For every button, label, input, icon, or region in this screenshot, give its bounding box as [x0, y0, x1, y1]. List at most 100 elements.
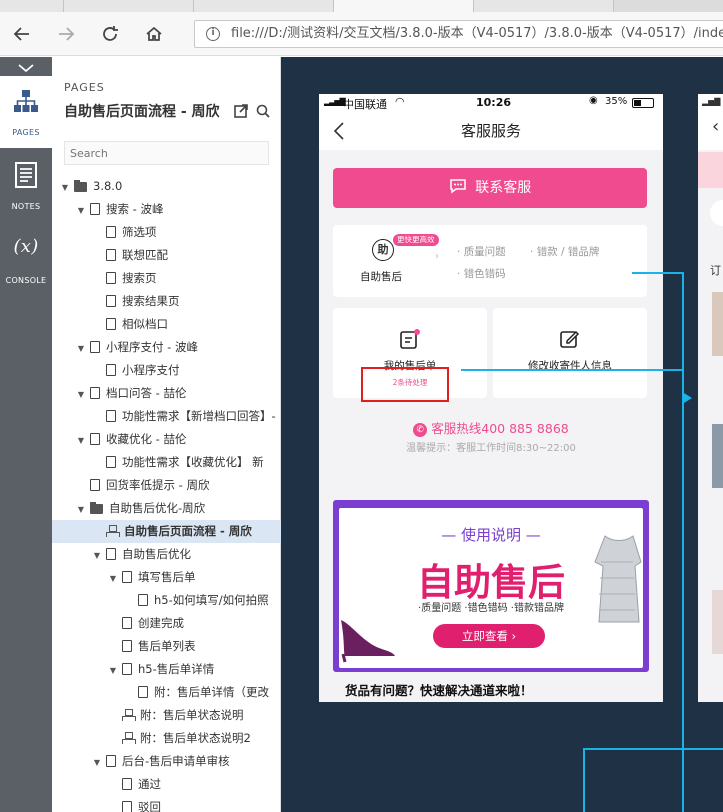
tree-item[interactable]: ▼ 自助售后优化 — [52, 543, 281, 566]
tree-item[interactable]: 小程序支付 — [52, 359, 281, 382]
tree-item[interactable]: ▼ h5-售后单详情 — [52, 658, 281, 681]
tree-item-label: 回货率低提示 - 周欣 — [106, 478, 210, 492]
next-screen-text: 订 — [710, 264, 721, 277]
rail-tab-console[interactable]: (x) CONSOLE — [0, 224, 52, 296]
product-thumbnail — [712, 590, 723, 654]
fast-badge: 更快更高效 — [393, 234, 439, 246]
page-icon — [122, 778, 132, 790]
back-chevron-icon[interactable]: ‹ — [712, 116, 719, 137]
tree-item[interactable]: 创建完成 — [52, 612, 281, 635]
self-service-card[interactable]: 助 更快更高效 自助售后 › · 质量问题 · 错款 / 错品牌 · 错色错码 — [333, 225, 647, 297]
tree-item[interactable]: 功能性需求【新增档口回答】- — [52, 405, 281, 428]
collapse-chevron-icon[interactable] — [16, 59, 36, 73]
tree-item[interactable]: 驳回 — [52, 796, 281, 812]
back-arrow-icon[interactable] — [10, 22, 34, 46]
tree-item-label: 创建完成 — [138, 616, 184, 630]
pages-search-input[interactable] — [64, 141, 269, 165]
tree-item[interactable]: h5-如何填写/如何拍照 — [52, 589, 281, 612]
page-icon — [90, 341, 100, 353]
connector-arrow-icon — [684, 393, 692, 403]
back-chevron-icon[interactable] — [333, 112, 345, 162]
edit-sender-info-card[interactable]: 修改收寄件人信息 — [493, 308, 647, 398]
prototype-canvas: ▂▃▅▇ 中国联通 ◠ 10:26 ◉ 35% 客服服务 联系客服 助 更快更高… — [281, 57, 723, 812]
page-icon — [106, 249, 116, 261]
caret-down-icon[interactable]: ▼ — [76, 429, 86, 451]
caret-down-icon[interactable]: ▼ — [108, 567, 118, 589]
caret-down-icon[interactable]: ▼ — [108, 659, 118, 681]
view-now-button[interactable]: 立即查看 › — [433, 624, 545, 648]
browser-tab[interactable] — [64, 0, 194, 12]
chat-icon — [450, 179, 466, 194]
console-icon: (x) — [13, 236, 39, 257]
self-service-icon: 助 — [372, 239, 394, 261]
edit-icon — [560, 330, 580, 348]
self-service-label: 自助售后 — [360, 271, 402, 283]
tree-item[interactable]: 售后单列表 — [52, 635, 281, 658]
tree-item[interactable]: 相似档口 — [52, 313, 281, 336]
tree-item[interactable]: 联想匹配 — [52, 244, 281, 267]
folder-icon — [90, 502, 103, 514]
tree-item[interactable]: 通过 — [52, 773, 281, 796]
tree-item[interactable]: 搜索结果页 — [52, 290, 281, 313]
page-icon — [138, 594, 148, 606]
tree-item-label: 搜索页 — [122, 271, 157, 285]
contact-service-button[interactable]: 联系客服 — [333, 168, 647, 208]
address-bar[interactable]: i file:///D:/测试资料/交互文档/3.8.0-版本（V4-0517）… — [194, 20, 723, 48]
caret-down-icon[interactable]: ▼ — [76, 383, 86, 405]
sidebar-rail: PAGES NOTES (x) CONSOLE — [0, 57, 52, 812]
caret-down-icon[interactable]: ▼ — [92, 751, 102, 773]
home-icon[interactable] — [142, 22, 166, 46]
tree-item[interactable]: ▼ 自助售后优化-周欣 — [52, 497, 281, 520]
rail-label-notes: NOTES — [11, 202, 41, 211]
down-jacket-image — [594, 535, 642, 623]
page-icon — [106, 318, 116, 330]
page-icon — [122, 663, 132, 675]
caret-down-icon[interactable]: ▼ — [76, 337, 86, 359]
caret-down-icon[interactable]: ▼ — [92, 544, 102, 566]
usage-banner[interactable]: — 使用说明 — 自助售后 ·质量问题 ·错色错码 ·错款错品牌 立即查看 › — [333, 500, 649, 672]
tree-item[interactable]: ▼ 档口问答 - 喆伦 — [52, 382, 281, 405]
tree-item[interactable]: ▼ 填写售后单 — [52, 566, 281, 589]
rail-tab-notes[interactable]: NOTES — [0, 150, 52, 222]
tree-item-label: 3.8.0 — [93, 179, 123, 193]
panel-title: 自助售后页面流程 - 周欣 — [64, 104, 220, 120]
tree-item[interactable]: 附：售后单详情（更改 — [52, 681, 281, 704]
tree-item[interactable]: ▼ 搜索 - 波峰 — [52, 198, 281, 221]
caret-down-icon[interactable]: ▼ — [60, 176, 70, 198]
browser-tab-active[interactable] — [334, 0, 474, 12]
browser-tab[interactable] — [474, 0, 614, 12]
tree-item[interactable]: 自助售后页面流程 - 周欣 — [52, 520, 281, 543]
carrier-name: 中国联通 — [343, 98, 387, 111]
tree-item[interactable]: 附：售后单状态说明2 — [52, 727, 281, 750]
hotline[interactable]: ✆ 客服热线400 885 8868 — [319, 418, 663, 437]
tree-item[interactable]: 筛选项 — [52, 221, 281, 244]
tree-item[interactable]: ▼ 后台-售后申请单审核 — [52, 750, 281, 773]
tree-item[interactable]: ▼ 小程序支付 - 波峰 — [52, 336, 281, 359]
order-list-icon — [400, 329, 420, 349]
page-icon — [106, 755, 116, 767]
page-icon — [90, 479, 100, 491]
tree-item[interactable]: 附：售后单状态说明 — [52, 704, 281, 727]
caret-down-icon[interactable]: ▼ — [76, 498, 86, 520]
caret-down-icon[interactable]: ▼ — [76, 199, 86, 221]
tree-item-label: 功能性需求【新增档口回答】- — [122, 409, 276, 423]
flow-connector — [682, 272, 684, 812]
reload-icon[interactable] — [98, 22, 122, 46]
tree-item[interactable]: 功能性需求【收藏优化】 新 — [52, 451, 281, 474]
browser-tab[interactable] — [194, 0, 334, 12]
info-icon[interactable]: i — [206, 27, 220, 41]
next-phone-screen: ▂▅▇ ‹ 订 — [698, 94, 723, 702]
tree-item[interactable]: 回货率低提示 - 周欣 — [52, 474, 281, 497]
tree-item-label: 填写售后单 — [138, 570, 196, 584]
tree-item[interactable]: ▼ 收藏优化 - 喆伦 — [52, 428, 281, 451]
locate-icon[interactable] — [256, 103, 270, 118]
issue-item: · 质量问题 — [457, 246, 506, 258]
tree-item[interactable]: ▼ 3.8.0 — [52, 175, 281, 198]
url-text: file:///D:/测试资料/交互文档/3.8.0-版本（V4-0517）/3… — [231, 26, 723, 41]
browser-tab[interactable] — [0, 0, 64, 12]
forward-arrow-icon[interactable] — [54, 22, 78, 46]
rail-tab-pages[interactable]: PAGES — [0, 76, 52, 148]
export-icon[interactable] — [234, 103, 248, 118]
product-thumbnail — [712, 424, 723, 488]
tree-item[interactable]: 搜索页 — [52, 267, 281, 290]
